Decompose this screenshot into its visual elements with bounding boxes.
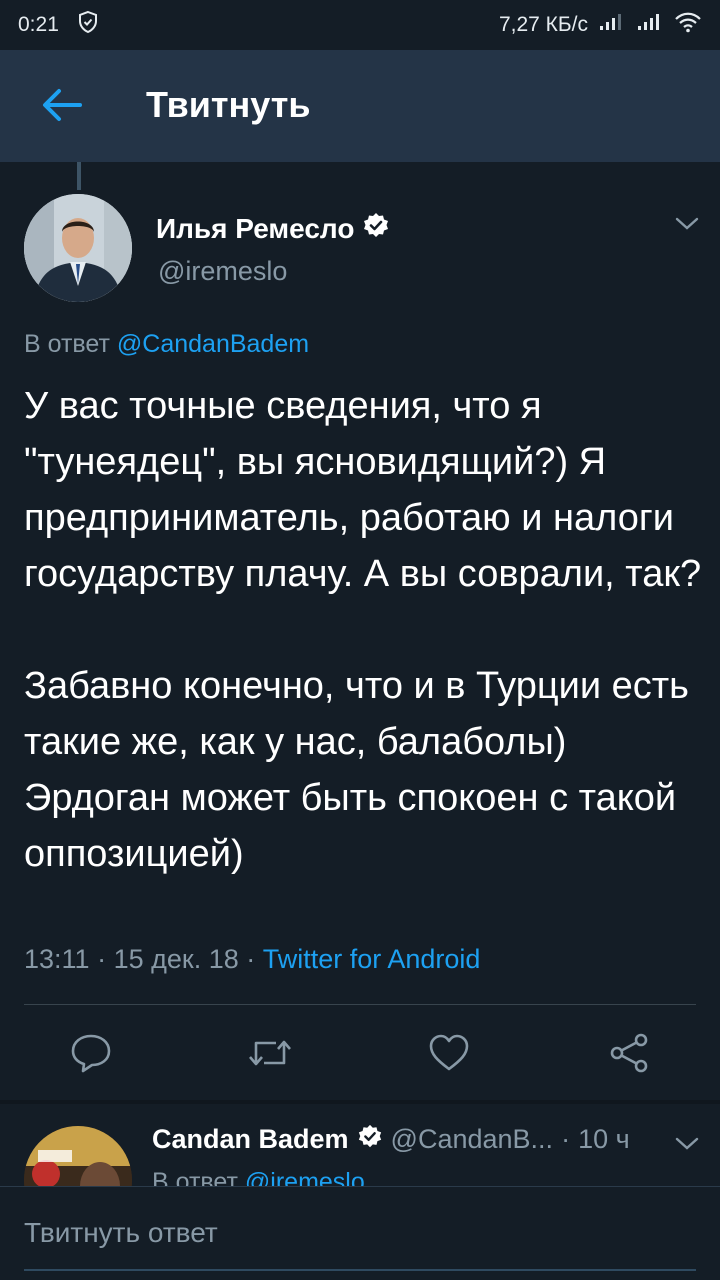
reply-tweet-prefix: В ответ <box>152 1168 238 1186</box>
signal-icon <box>598 12 626 38</box>
arrow-left-icon <box>40 87 84 128</box>
reply-name-row: Candan Badem @CandanB... · 10 ч <box>152 1124 630 1155</box>
reply-icon <box>69 1032 113 1079</box>
reply-prefix: В ответ <box>24 330 110 358</box>
tweet-time: 13:11 <box>24 944 90 974</box>
avatar[interactable] <box>24 194 132 302</box>
author-name-row: Илья Ремесло <box>156 212 390 245</box>
reply-button[interactable] <box>66 1030 116 1080</box>
like-icon <box>427 1033 471 1078</box>
tweet-source-link[interactable]: Twitter for Android <box>263 944 481 974</box>
wifi-icon <box>674 11 702 39</box>
divider <box>24 1004 696 1005</box>
tweet-text: У вас точные сведения, что я "тунеядец",… <box>24 385 702 875</box>
compose-underline <box>24 1269 696 1271</box>
status-time: 0:21 <box>18 13 59 36</box>
author-handle: @iremeslo <box>158 256 288 286</box>
back-button[interactable] <box>32 82 92 132</box>
tweet-menu-button[interactable] <box>672 212 702 236</box>
reply-time-separator: · <box>561 1124 571 1154</box>
reply-context: В ответ @CandanBadem <box>24 330 309 359</box>
reply-time: 10 ч <box>578 1124 630 1154</box>
signal-icon <box>636 12 664 38</box>
reply-compose-bar: Твитнуть ответ <box>0 1186 720 1280</box>
reply-author-name[interactable]: Candan Badem <box>152 1124 349 1155</box>
chevron-down-icon <box>672 217 702 240</box>
page-title: Твитнуть <box>146 84 311 125</box>
reply-tweet-mention[interactable]: @iremeslo <box>245 1168 365 1186</box>
shield-icon <box>77 10 99 40</box>
tweet-date: 15 дек. 18 <box>113 944 239 974</box>
author-name[interactable]: Илья Ремесло <box>156 213 354 245</box>
reply-tweet-context: В ответ @iremeslo <box>152 1168 365 1186</box>
reply-author-handle: @CandanB... <box>390 1124 554 1154</box>
share-icon <box>607 1031 651 1080</box>
tweet-meta: 13:11 · 15 дек. 18 · Twitter for Android <box>24 944 480 975</box>
network-speed: 7,27 КБ/с <box>498 13 588 36</box>
verified-badge-icon <box>362 212 390 245</box>
meta-separator: · <box>246 944 256 974</box>
status-bar: 0:21 7,27 КБ/с <box>0 0 720 50</box>
retweet-button[interactable] <box>245 1030 295 1080</box>
avatar[interactable] <box>24 1126 132 1186</box>
share-button[interactable] <box>604 1030 654 1080</box>
tweet-actions <box>0 1020 720 1090</box>
chevron-down-icon <box>672 1137 702 1160</box>
reply-menu-button[interactable] <box>672 1132 702 1156</box>
verified-badge-icon <box>357 1124 383 1155</box>
like-button[interactable] <box>424 1030 474 1080</box>
retweet-icon <box>246 1033 294 1078</box>
top-app-bar: Твитнуть <box>0 50 720 162</box>
meta-separator: · <box>97 944 107 974</box>
reply-tweet[interactable]: Candan Badem @CandanB... · 10 ч В ответ … <box>0 1104 720 1186</box>
thread-connector-line <box>77 162 81 190</box>
reply-compose-input[interactable]: Твитнуть ответ <box>24 1217 218 1249</box>
reply-mention-link[interactable]: @CandanBadem <box>117 330 309 358</box>
